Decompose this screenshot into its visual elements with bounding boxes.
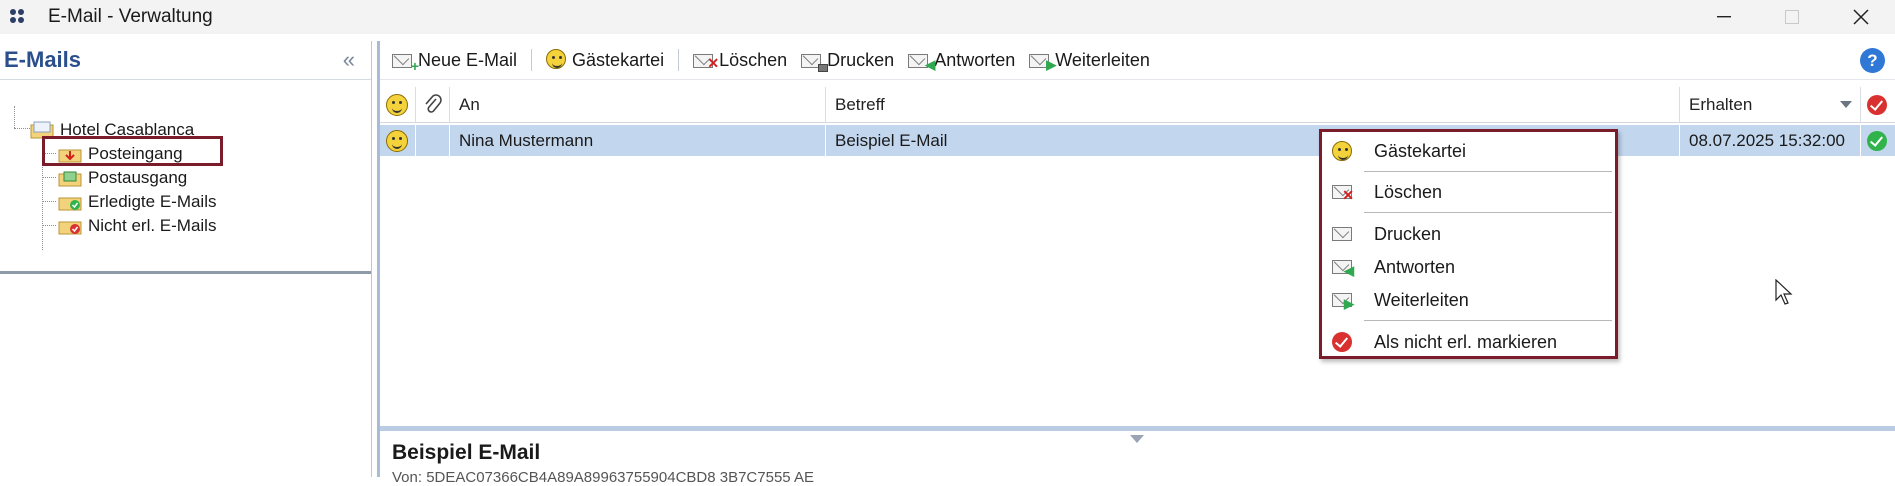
folder-panel-title: E-Mails (4, 47, 82, 72)
maximize-button[interactable] (1758, 0, 1826, 34)
row-guest-cell[interactable] (380, 125, 416, 156)
open-folder-icon (58, 217, 82, 235)
preview-splitter[interactable] (380, 426, 1895, 431)
delete-label: Löschen (719, 49, 788, 70)
tree-item-nicht-erledigt[interactable]: Nicht erl. E-Mails (58, 214, 216, 238)
column-status-header[interactable] (1861, 87, 1895, 123)
tree-item-postausgang[interactable]: Postausgang (58, 166, 187, 190)
close-button[interactable] (1827, 0, 1895, 34)
forward-button[interactable]: ▶ Weiterleiten (1029, 49, 1150, 72)
toolbar-separator (531, 49, 533, 71)
new-mail-icon: + (392, 51, 419, 74)
preview-subject: Beispiel E-Mail (392, 441, 541, 464)
folder-panel: E-Mails « Hotel Casablanca Posteingang P (0, 41, 372, 477)
column-to-label: An (459, 95, 480, 114)
outbox-folder-icon (58, 169, 82, 187)
guest-card-button[interactable]: Gästekartei (546, 49, 665, 71)
menu-separator (1364, 171, 1612, 172)
menu-item-mark-undone[interactable]: Als nicht erl. markieren (1322, 328, 1615, 356)
menu-item-delete[interactable]: ✕ Löschen (1322, 178, 1615, 206)
menu-item-label: Als nicht erl. markieren (1374, 331, 1558, 352)
window-title: E-Mail - Verwaltung (48, 6, 213, 27)
row-status-cell[interactable] (1861, 125, 1895, 156)
menu-separator (1364, 212, 1612, 213)
toolbar: + Neue E-Mail Gästekartei ✕ Löschen Druc… (380, 41, 1895, 80)
delete-button[interactable]: ✕ Löschen (693, 50, 787, 71)
column-received-label: Erhalten (1689, 95, 1753, 114)
menu-item-print[interactable]: Drucken (1322, 220, 1615, 248)
forward-mail-icon: ▶ (1330, 288, 1354, 312)
help-button[interactable]: ? (1860, 48, 1885, 73)
row-to-cell: Nina Mustermann (450, 125, 826, 156)
splitter-grip-icon[interactable] (1130, 435, 1144, 443)
context-menu: Gästekartei ✕ Löschen Drucken ◀ Antworte… (1319, 129, 1618, 359)
forward-mail-icon: ▶ (1029, 51, 1056, 72)
print-button[interactable]: Drucken (801, 49, 895, 72)
mouse-cursor-icon (1775, 279, 1793, 305)
menu-item-guest-card[interactable]: Gästekartei (1322, 137, 1615, 165)
reply-mail-icon: ◀ (908, 51, 935, 72)
menu-item-label: Drucken (1374, 223, 1442, 244)
new-mail-button[interactable]: + Neue E-Mail (392, 49, 518, 74)
minimize-button[interactable] (1690, 0, 1758, 34)
menu-item-reply[interactable]: ◀ Antworten (1322, 253, 1615, 281)
delete-mail-icon: ✕ (1330, 180, 1354, 204)
sort-down-icon (1840, 101, 1852, 108)
menu-item-label: Weiterleiten (1374, 289, 1469, 310)
tree-item-label: Nicht erl. E-Mails (88, 216, 217, 235)
collapse-panel-button[interactable]: « (343, 47, 355, 73)
guest-column-icon (386, 94, 408, 116)
column-subject-header[interactable]: Betreff (826, 87, 1680, 123)
title-bar: E-Mail - Verwaltung (0, 0, 1895, 34)
forward-label: Weiterleiten (1055, 49, 1150, 70)
column-guest-header[interactable] (380, 87, 416, 123)
mark-undone-icon (1330, 330, 1354, 354)
menu-item-label: Löschen (1374, 181, 1443, 202)
print-mail-icon (1330, 222, 1354, 246)
reply-label: Antworten (934, 49, 1016, 70)
table-row[interactable]: Nina Mustermann Beispiel E-Mail 08.07.20… (380, 125, 1895, 156)
tree-item-label: Erledigte E-Mails (88, 192, 217, 211)
row-attachment-cell (416, 125, 450, 156)
tree-item-erledigte[interactable]: Erledigte E-Mails (58, 190, 217, 214)
guest-card-label: Gästekartei (572, 49, 665, 70)
toolbar-separator (678, 49, 680, 71)
mail-panel: + Neue E-Mail Gästekartei ✕ Löschen Druc… (377, 41, 1895, 486)
guest-icon (386, 129, 408, 152)
reply-mail-icon: ◀ (1330, 255, 1354, 279)
column-attachment-header[interactable] (416, 87, 450, 123)
print-mail-icon (801, 51, 829, 72)
folder-panel-header: E-Mails « (0, 41, 371, 80)
new-mail-label: Neue E-Mail (418, 49, 518, 70)
app-icon (10, 0, 36, 34)
preview-from-line: Von: 5DEAC07366CB4A89A89963755904CBD8 3B… (392, 469, 814, 486)
done-folder-icon (58, 193, 82, 211)
folder-tree: Hotel Casablanca Posteingang Postausgang… (0, 80, 371, 274)
row-received-cell: 08.07.2025 15:32:00 (1680, 125, 1861, 156)
guest-card-icon (546, 49, 568, 69)
reply-button[interactable]: ◀ Antworten (908, 49, 1016, 72)
column-to-header[interactable]: An (450, 87, 826, 123)
menu-item-label: Antworten (1374, 256, 1456, 277)
delete-mail-icon: ✕ (693, 51, 719, 71)
grid-header: An Betreff Erhalten (380, 87, 1895, 123)
guest-card-icon (1330, 139, 1354, 163)
paperclip-icon (425, 94, 442, 113)
status-done-icon (1867, 130, 1887, 151)
tree-item-label: Postausgang (88, 168, 188, 187)
column-received-header[interactable]: Erhalten (1680, 87, 1861, 123)
print-label: Drucken (827, 49, 895, 70)
menu-item-forward[interactable]: ▶ Weiterleiten (1322, 286, 1615, 314)
status-column-icon (1867, 95, 1887, 115)
menu-item-label: Gästekartei (1374, 140, 1467, 161)
menu-separator (1364, 320, 1612, 321)
selection-highlight (42, 136, 223, 166)
column-subject-label: Betreff (835, 95, 885, 114)
